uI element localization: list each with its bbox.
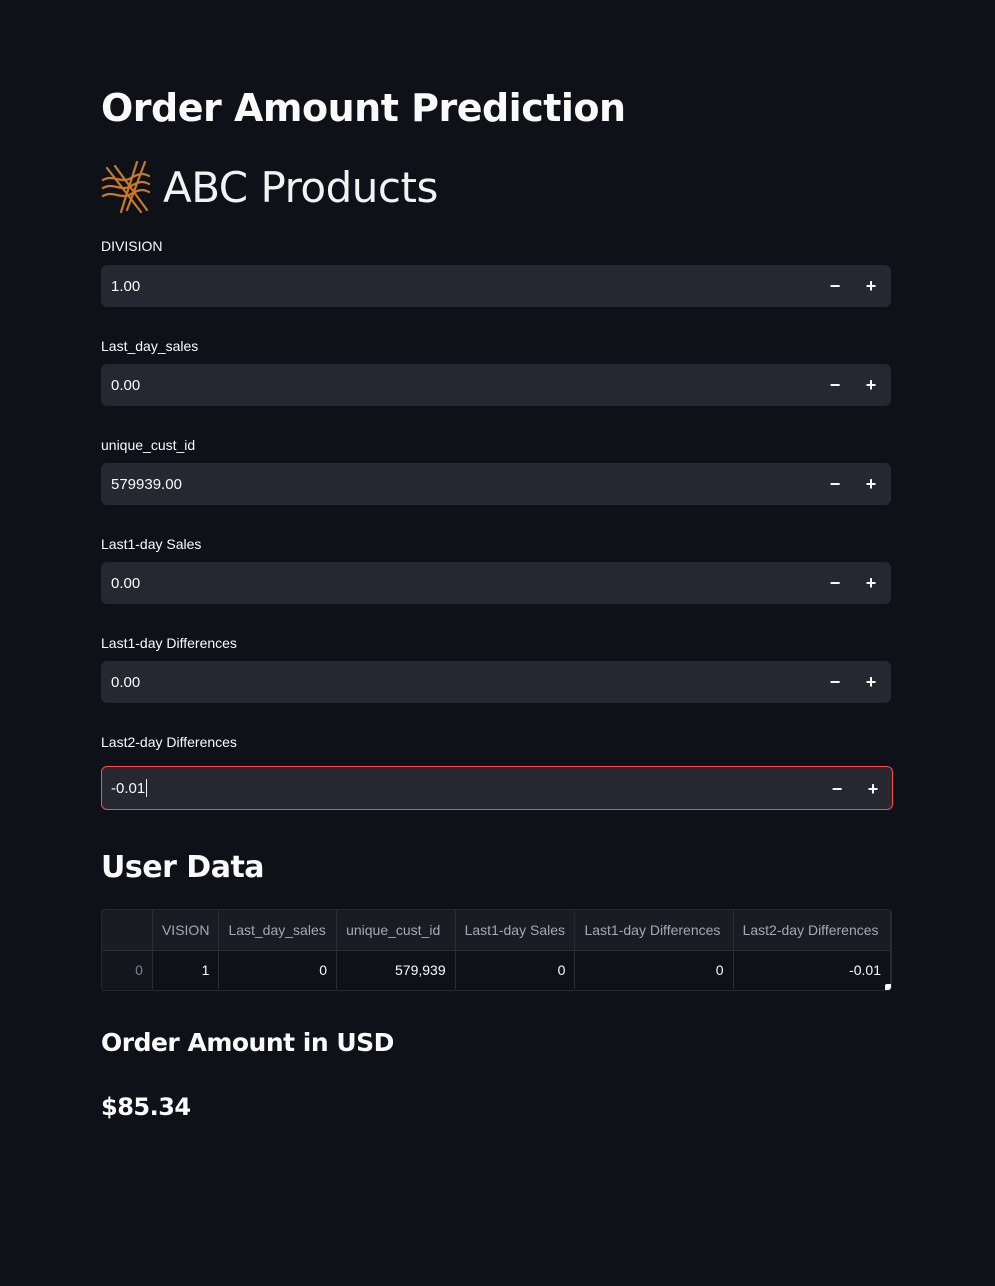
last-day-sales-label: Last_day_sales — [101, 338, 199, 354]
division-label: DIVISION — [101, 238, 163, 254]
last-day-sales-field: Last_day_sales 0.00 − + — [101, 336, 893, 406]
unique-cust-id-increment-button[interactable]: + — [853, 464, 889, 504]
last1-day-sales-increment-button[interactable]: + — [853, 563, 889, 603]
last2-day-differences-value[interactable]: -0.01 — [111, 767, 148, 811]
predicted-amount: $85.34 — [101, 1093, 191, 1121]
column-header-last1-day-sales[interactable]: Last1-day Sales — [455, 910, 576, 951]
text-caret — [146, 778, 148, 797]
last2-day-differences-number-input[interactable]: -0.01 − + — [101, 766, 893, 810]
user-data-heading: User Data — [101, 850, 265, 885]
column-header-last1-day-differences[interactable]: Last1-day Differences — [574, 910, 734, 951]
table-cell[interactable]: -0.01 — [733, 950, 891, 989]
division-number-input[interactable]: 1.00 − + — [101, 265, 891, 307]
division-decrement-button[interactable]: − — [817, 266, 853, 306]
unique-cust-id-label: unique_cust_id — [101, 437, 196, 453]
dataframe: VISION Last_day_sales unique_cust_id Las… — [102, 910, 891, 989]
last1-day-differences-decrement-button[interactable]: − — [817, 662, 853, 702]
table-resize-handle[interactable] — [885, 984, 891, 990]
order-amount-heading: Order Amount in USD — [101, 1028, 394, 1057]
table-cell[interactable]: 0 — [455, 950, 576, 989]
column-header-division[interactable]: VISION — [152, 910, 220, 951]
last-day-sales-increment-button[interactable]: + — [853, 365, 889, 405]
row-index-cell: 0 — [102, 950, 153, 989]
last1-day-differences-number-input[interactable]: 0.00 − + — [101, 661, 891, 703]
page-title: Order Amount Prediction — [101, 86, 626, 130]
last-day-sales-value[interactable]: 0.00 — [111, 365, 140, 407]
last2-day-differences-field: Last2-day Differences -0.01 − + — [101, 732, 893, 810]
column-header-last2-day-differences[interactable]: Last2-day Differences — [733, 910, 891, 951]
logo-text: ABC Products — [163, 162, 438, 212]
last2-day-differences-decrement-button[interactable]: − — [819, 767, 855, 811]
table-cell[interactable]: 0 — [574, 950, 734, 989]
last1-day-differences-label: Last1-day Differences — [101, 635, 237, 651]
table-cell[interactable]: 0 — [218, 950, 338, 989]
last-day-sales-number-input[interactable]: 0.00 − + — [101, 364, 891, 406]
last1-day-sales-label: Last1-day Sales — [101, 536, 202, 552]
last1-day-sales-number-input[interactable]: 0.00 − + — [101, 562, 891, 604]
table-row: 0 1 0 579,939 0 0 -0.01 — [102, 950, 891, 989]
index-header[interactable] — [102, 910, 153, 951]
unique-cust-id-field: unique_cust_id 579939.00 − + — [101, 435, 893, 505]
user-data-table[interactable]: VISION Last_day_sales unique_cust_id Las… — [101, 909, 892, 991]
division-value[interactable]: 1.00 — [111, 266, 140, 308]
last1-day-sales-value[interactable]: 0.00 — [111, 563, 140, 605]
last1-day-sales-field: Last1-day Sales 0.00 − + — [101, 534, 893, 604]
division-field: DIVISION 1.00 − + — [101, 236, 893, 307]
last-day-sales-decrement-button[interactable]: − — [817, 365, 853, 405]
column-header-last-day-sales[interactable]: Last_day_sales — [218, 910, 338, 951]
last1-day-sales-decrement-button[interactable]: − — [817, 563, 853, 603]
last1-day-differences-increment-button[interactable]: + — [853, 662, 889, 702]
abc-products-logo: ABC Products — [101, 158, 438, 216]
table-cell[interactable]: 579,939 — [336, 950, 456, 989]
division-increment-button[interactable]: + — [853, 266, 889, 306]
last1-day-differences-field: Last1-day Differences 0.00 − + — [101, 633, 893, 703]
last2-day-differences-label: Last2-day Differences — [101, 734, 237, 750]
unique-cust-id-decrement-button[interactable]: − — [817, 464, 853, 504]
last1-day-differences-value[interactable]: 0.00 — [111, 662, 140, 704]
abc-logo-icon — [101, 160, 151, 214]
unique-cust-id-value[interactable]: 579939.00 — [111, 464, 182, 506]
table-cell[interactable]: 1 — [152, 950, 220, 989]
last2-day-differences-increment-button[interactable]: + — [855, 767, 891, 811]
unique-cust-id-number-input[interactable]: 579939.00 − + — [101, 463, 891, 505]
table-header-row: VISION Last_day_sales unique_cust_id Las… — [102, 910, 891, 951]
column-header-unique-cust-id[interactable]: unique_cust_id — [336, 910, 456, 951]
